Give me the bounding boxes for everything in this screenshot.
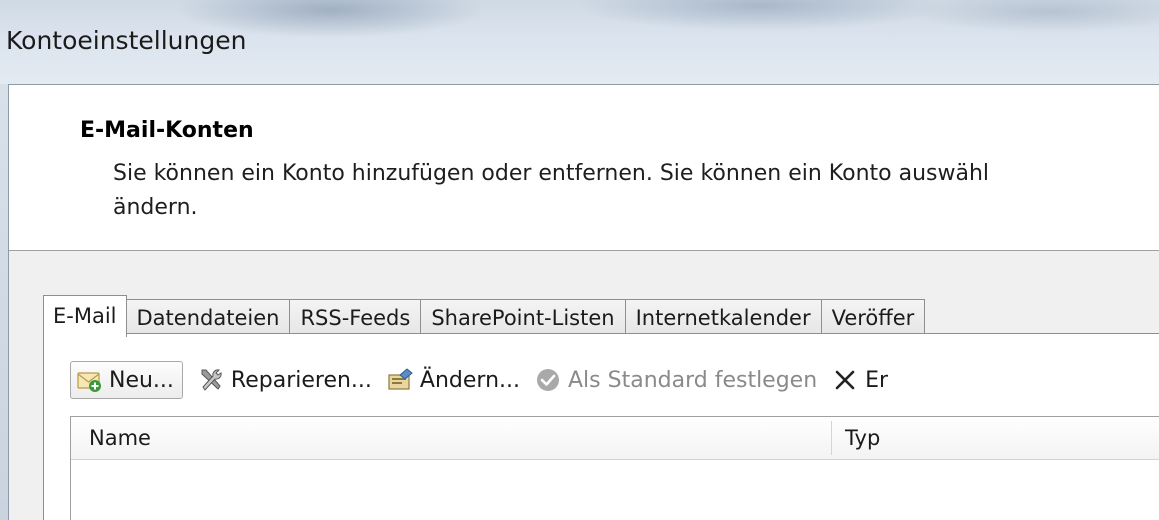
dialog-client-area: E-Mail-Konten Sie können ein Konto hinzu… xyxy=(8,84,1159,520)
new-account-label: Neu... xyxy=(109,367,174,393)
account-toolbar: Neu... Reparieren... Ändern... Als Stand… xyxy=(70,360,902,400)
repair-label: Reparieren... xyxy=(230,367,372,393)
new-account-button[interactable]: Neu... xyxy=(70,361,183,399)
account-list[interactable]: Name Typ xyxy=(70,416,1159,520)
description-line-1: Sie können ein Konto hinzufügen oder ent… xyxy=(113,161,990,186)
checkmark-circle-icon xyxy=(537,369,559,391)
column-separator[interactable] xyxy=(831,421,832,455)
column-header-type[interactable]: Typ xyxy=(845,417,880,459)
change-label: Ändern... xyxy=(419,367,520,393)
remove-button[interactable]: Er xyxy=(831,361,888,399)
tab-strip: E-Mail Datendateien RSS-Feeds SharePoint… xyxy=(43,295,926,337)
dialog-header: E-Mail-Konten Sie können ein Konto hinzu… xyxy=(9,85,1159,251)
remove-label: Er xyxy=(865,367,889,393)
x-icon xyxy=(835,370,855,390)
repair-button[interactable]: Reparieren... xyxy=(197,361,372,399)
tab-email[interactable]: E-Mail xyxy=(43,295,127,337)
title-bar[interactable]: Kontoeinstellungen xyxy=(0,0,1159,84)
email-tab-panel: Neu... Reparieren... Ändern... Als Stand… xyxy=(43,333,1159,520)
account-settings-window: Kontoeinstellungen E-Mail-Konten Sie kön… xyxy=(0,0,1159,520)
set-default-button[interactable]: Als Standard festlegen xyxy=(534,361,817,399)
section-title: E-Mail-Konten xyxy=(80,118,254,143)
column-header-name[interactable]: Name xyxy=(89,417,151,459)
change-account-icon xyxy=(388,368,413,390)
window-frame-left xyxy=(0,84,8,520)
change-button[interactable]: Ändern... xyxy=(386,361,520,399)
list-header: Name Typ xyxy=(71,417,1159,460)
tools-icon xyxy=(201,369,222,391)
section-description: Sie können ein Konto hinzufügen oder ent… xyxy=(113,157,1159,225)
description-line-2: ändern. xyxy=(113,195,198,220)
set-default-label: Als Standard festlegen xyxy=(568,367,818,393)
tab-sharepoint-lists[interactable]: SharePoint-Listen xyxy=(421,299,626,336)
tab-internet-calendars[interactable]: Internetkalender xyxy=(625,299,822,336)
tab-data-files[interactable]: Datendateien xyxy=(126,299,291,336)
tab-area: E-Mail Datendateien RSS-Feeds SharePoint… xyxy=(9,251,1159,520)
tab-rss-feeds[interactable]: RSS-Feeds xyxy=(290,299,422,336)
new-mail-icon xyxy=(77,372,101,392)
window-title: Kontoeinstellungen xyxy=(6,26,247,55)
tab-published-calendars[interactable]: Veröffer xyxy=(821,299,926,336)
